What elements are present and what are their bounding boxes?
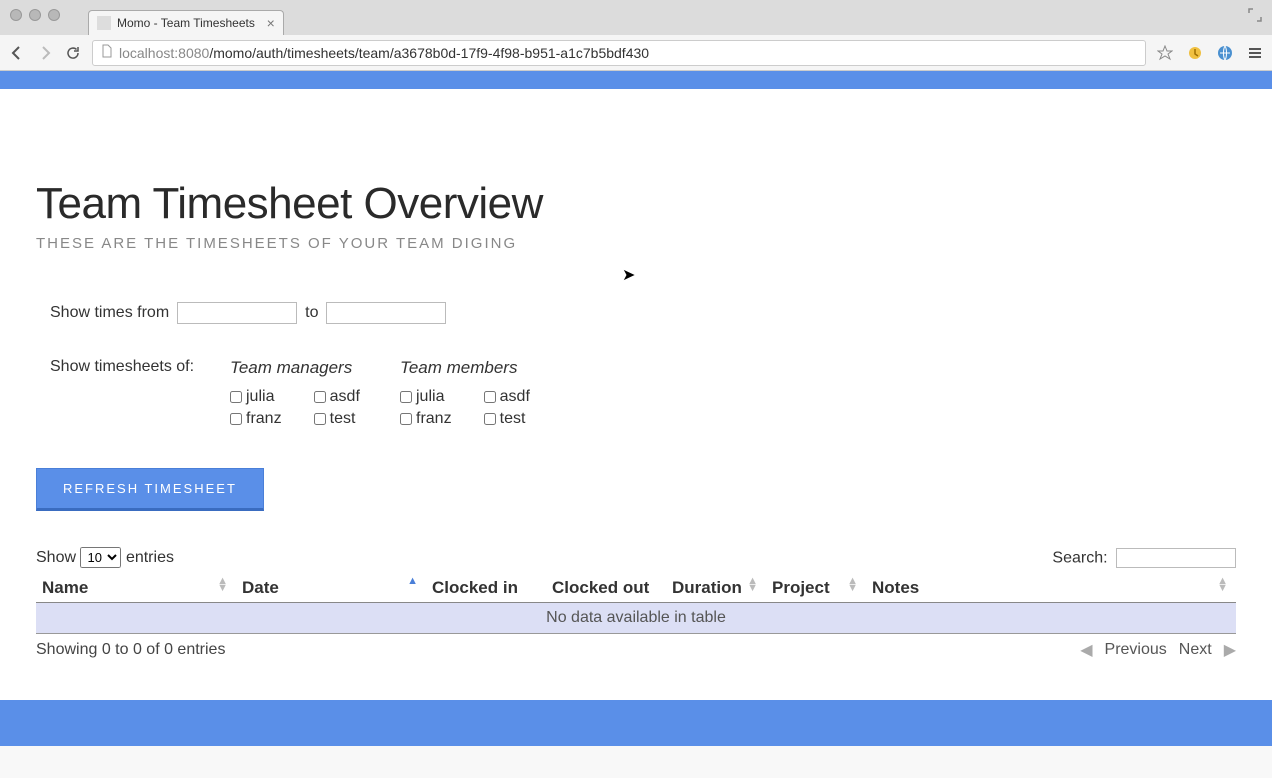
page-subtitle: THESE ARE THE TIMESHEETS OF YOUR TEAM DI…	[36, 235, 1236, 252]
col-date[interactable]: Date ▲	[236, 574, 426, 603]
date-to-input[interactable]	[326, 302, 446, 324]
page-size-control: Show 10 entries	[36, 547, 174, 568]
managers-column: Team managers julia asdf franz test	[230, 358, 370, 428]
page-content: ➤ Team Timesheet Overview THESE ARE THE …	[0, 89, 1272, 700]
member-checkbox-franz[interactable]: franz	[400, 410, 462, 428]
empty-message: No data available in table	[36, 603, 1236, 634]
user-filter-row: Show timesheets of: Team managers julia …	[50, 358, 1236, 428]
browser-toolbar: localhost:8080/momo/auth/timesheets/team…	[0, 35, 1272, 71]
previous-button[interactable]: Previous	[1105, 641, 1167, 659]
col-clocked-in[interactable]: Clocked in	[426, 574, 546, 603]
date-range-row: Show times from to	[50, 302, 1236, 324]
reload-button[interactable]	[64, 44, 82, 62]
back-button[interactable]	[8, 44, 26, 62]
extension-icon-1[interactable]	[1186, 44, 1204, 62]
page-size-select[interactable]: 10	[80, 547, 121, 568]
sort-icon: ▲▼	[1217, 578, 1228, 592]
members-header: Team members	[400, 358, 540, 378]
refresh-button[interactable]: REFRESH TIMESHEET	[36, 468, 264, 511]
forward-button[interactable]	[36, 44, 54, 62]
table-controls: Show 10 entries Search:	[36, 547, 1236, 568]
timesheet-table: Name ▲▼ Date ▲ Clocked in Clocked out Du…	[36, 574, 1236, 634]
members-column: Team members julia asdf franz test	[400, 358, 540, 428]
manager-checkbox-asdf[interactable]: asdf	[314, 388, 370, 406]
managers-header: Team managers	[230, 358, 370, 378]
groups-label: Show timesheets of:	[50, 358, 200, 428]
filters: Show times from to Show timesheets of: T…	[36, 302, 1236, 428]
col-project[interactable]: Project ▲▼	[766, 574, 866, 603]
member-checkbox-asdf[interactable]: asdf	[484, 388, 540, 406]
close-window-icon[interactable]	[10, 9, 22, 21]
window-controls	[10, 9, 60, 21]
col-notes[interactable]: Notes ▲▼	[866, 574, 1236, 603]
sort-icon: ▲▼	[217, 578, 228, 592]
extension-icon-2[interactable]	[1216, 44, 1234, 62]
bookmark-star-icon[interactable]	[1156, 44, 1174, 62]
favicon-icon	[97, 16, 111, 30]
app-header-bar	[0, 71, 1272, 89]
pagination: ◀ Previous Next ▶	[1080, 640, 1236, 660]
member-checkbox-test[interactable]: test	[484, 410, 540, 428]
address-bar[interactable]: localhost:8080/momo/auth/timesheets/team…	[92, 40, 1146, 66]
page-title: Team Timesheet Overview	[36, 179, 1236, 229]
date-from-input[interactable]	[177, 302, 297, 324]
sort-icon: ▲▼	[847, 578, 858, 592]
table-footer: Showing 0 to 0 of 0 entries ◀ Previous N…	[36, 640, 1236, 660]
empty-row: No data available in table	[36, 603, 1236, 634]
to-label: to	[305, 304, 318, 322]
zoom-window-icon[interactable]	[48, 9, 60, 21]
fullscreen-icon[interactable]	[1248, 8, 1262, 22]
url-text: localhost:8080/momo/auth/timesheets/team…	[119, 45, 649, 61]
from-label: Show times from	[50, 304, 169, 322]
sort-icon: ▲	[407, 578, 418, 585]
manager-checkbox-test[interactable]: test	[314, 410, 370, 428]
table-info: Showing 0 to 0 of 0 entries	[36, 641, 225, 659]
page-icon	[101, 44, 113, 61]
member-checkbox-julia[interactable]: julia	[400, 388, 462, 406]
prev-arrow-icon[interactable]: ◀	[1080, 640, 1092, 660]
manager-checkbox-julia[interactable]: julia	[230, 388, 292, 406]
search-input[interactable]	[1116, 548, 1236, 568]
minimize-window-icon[interactable]	[29, 9, 41, 21]
menu-icon[interactable]	[1246, 44, 1264, 62]
mouse-cursor-icon: ➤	[622, 265, 635, 285]
search-control: Search:	[1052, 548, 1236, 568]
next-arrow-icon[interactable]: ▶	[1224, 640, 1236, 660]
browser-tab-strip: Momo - Team Timesheets ×	[0, 0, 1272, 35]
col-duration[interactable]: Duration ▲▼	[666, 574, 766, 603]
toolbar-right	[1156, 44, 1264, 62]
search-label: Search:	[1052, 549, 1107, 566]
next-button[interactable]: Next	[1179, 641, 1212, 659]
sort-icon: ▲▼	[747, 578, 758, 592]
col-name[interactable]: Name ▲▼	[36, 574, 236, 603]
tab-title: Momo - Team Timesheets	[117, 16, 255, 30]
manager-checkbox-franz[interactable]: franz	[230, 410, 292, 428]
app-footer-bar	[0, 700, 1272, 746]
browser-tab[interactable]: Momo - Team Timesheets ×	[88, 10, 284, 35]
col-clocked-out[interactable]: Clocked out	[546, 574, 666, 603]
close-tab-icon[interactable]: ×	[267, 15, 275, 31]
